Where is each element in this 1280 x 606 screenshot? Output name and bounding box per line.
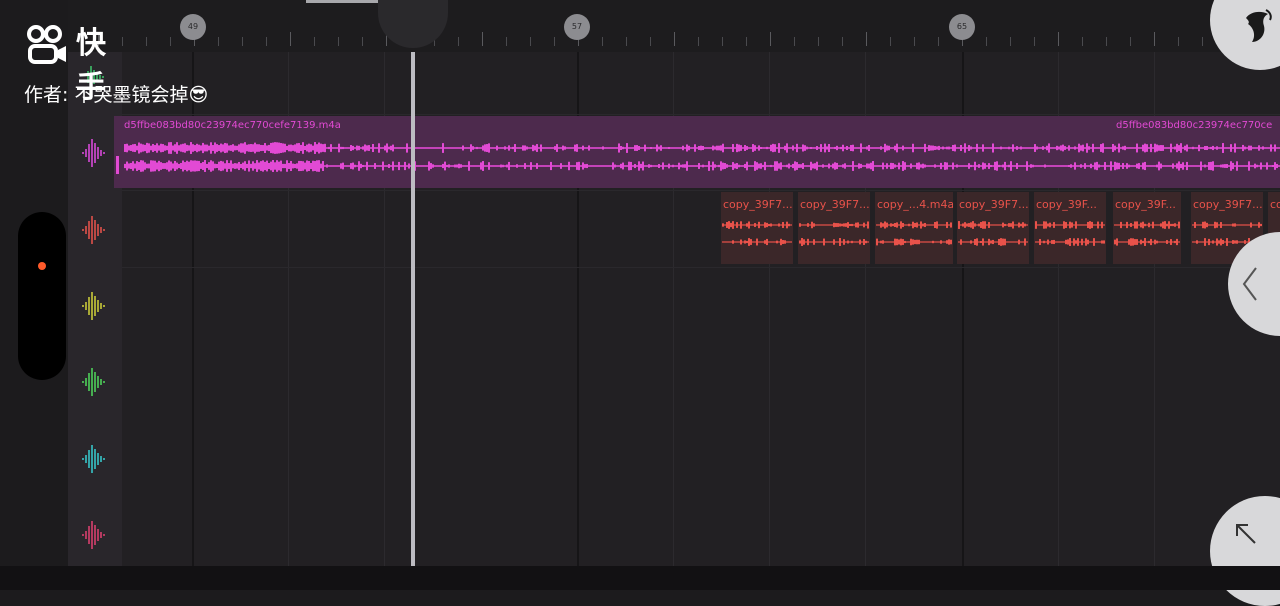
- fruit-logo-icon: [1246, 9, 1272, 42]
- ruler-tick: [506, 37, 507, 46]
- clip-label: d5ffbe083bd80c23974ec770cefe7139.m4a: [124, 120, 341, 131]
- audio-clip-red[interactable]: copy_39F7...: [798, 192, 870, 264]
- kuaishou-logo-icon: [27, 25, 66, 64]
- daw-playlist-screen: 49 57 65 d5ffbe083bd80c23974ec770cefe713…: [0, 0, 1280, 606]
- ruler-tick: [674, 32, 675, 46]
- track-3-waveform-icon[interactable]: [78, 213, 112, 247]
- track-6-waveform-icon[interactable]: [78, 442, 112, 476]
- ruler-tick: [458, 37, 459, 46]
- ruler-tick: [1058, 32, 1059, 46]
- ruler-tick: [626, 37, 627, 46]
- ruler-tick: [938, 37, 939, 46]
- ruler-tick: [890, 37, 891, 46]
- watermark-author: 作者: 不哭墨镜会掉😎: [24, 80, 208, 107]
- timeline-ruler[interactable]: 49 57 65: [68, 0, 1280, 52]
- lane-divider: [122, 267, 1280, 268]
- ruler-tick: [914, 37, 915, 46]
- bar-marker-65[interactable]: 65: [949, 14, 975, 40]
- track-4-waveform-icon[interactable]: [78, 289, 112, 323]
- ruler-tick: [722, 37, 723, 46]
- ruler-tick: [746, 37, 747, 46]
- bar-marker-57[interactable]: 57: [564, 14, 590, 40]
- lane-divider: [122, 114, 1280, 115]
- ruler-tick: [866, 32, 867, 46]
- ruler-tick: [650, 37, 651, 46]
- arrow-up-left-icon: [1236, 524, 1256, 544]
- ruler-tick: [1106, 37, 1107, 46]
- ruler-tick: [554, 37, 555, 46]
- ruler-tick: [1130, 37, 1131, 46]
- author-prefix: 作者:: [24, 84, 69, 106]
- ruler-tick: [290, 32, 291, 46]
- track-2-waveform-icon[interactable]: [78, 136, 112, 170]
- ruler-tick: [242, 37, 243, 46]
- ruler-tick: [986, 37, 987, 46]
- chevron-left-icon: [1242, 267, 1257, 301]
- ruler-tick: [482, 32, 483, 46]
- clip-waveform: [116, 142, 1280, 174]
- ruler-tick: [842, 37, 843, 46]
- ruler-tick: [170, 37, 171, 46]
- kuaishou-watermark: 快手: [26, 22, 106, 105]
- side-panel-handle[interactable]: [18, 212, 66, 380]
- ruler-tick: [362, 37, 363, 46]
- audio-clip-red[interactable]: copy_39F7...: [721, 192, 793, 264]
- ruler-tick: [314, 37, 315, 46]
- bar-marker-49[interactable]: 49: [180, 14, 206, 40]
- ruler-tick: [794, 37, 795, 46]
- ruler-tick: [602, 37, 603, 46]
- author-name: 不哭墨镜会掉😎: [74, 84, 209, 106]
- track-5-waveform-icon[interactable]: [78, 365, 112, 399]
- ruler-tick: [146, 37, 147, 46]
- ruler-tick: [1034, 37, 1035, 46]
- lane-divider: [122, 190, 1280, 191]
- ruler-tick: [1154, 32, 1155, 46]
- ruler-tick: [266, 37, 267, 46]
- ruler-tick: [122, 37, 123, 46]
- audio-clip-pink[interactable]: d5ffbe083bd80c23974ec770cefe7139.m4a d5f…: [114, 116, 1280, 188]
- bottom-bar: [0, 566, 1280, 590]
- audio-clip-red[interactable]: copy_...4.m4a: [875, 192, 953, 264]
- ruler-tick: [818, 37, 819, 46]
- record-indicator-dot: [38, 262, 46, 270]
- track-7-waveform-icon[interactable]: [78, 518, 112, 552]
- playhead[interactable]: [411, 52, 415, 566]
- audio-clip-red[interactable]: copy_39F7...: [957, 192, 1029, 264]
- ruler-tick: [530, 37, 531, 46]
- ruler-tick: [698, 37, 699, 46]
- clip-label: d5ffbe083bd80c23974ec770ce: [1116, 120, 1273, 131]
- ruler-tick: [1082, 37, 1083, 46]
- ruler-tick: [770, 32, 771, 46]
- ruler-tick: [1202, 37, 1203, 46]
- audio-clip-red[interactable]: copy_39F...: [1034, 192, 1106, 264]
- audio-clip-red[interactable]: copy_39F...: [1113, 192, 1181, 264]
- ruler-tick: [1010, 37, 1011, 46]
- ruler-tick: [218, 37, 219, 46]
- ruler-tick: [338, 37, 339, 46]
- ruler-tick: [1178, 37, 1179, 46]
